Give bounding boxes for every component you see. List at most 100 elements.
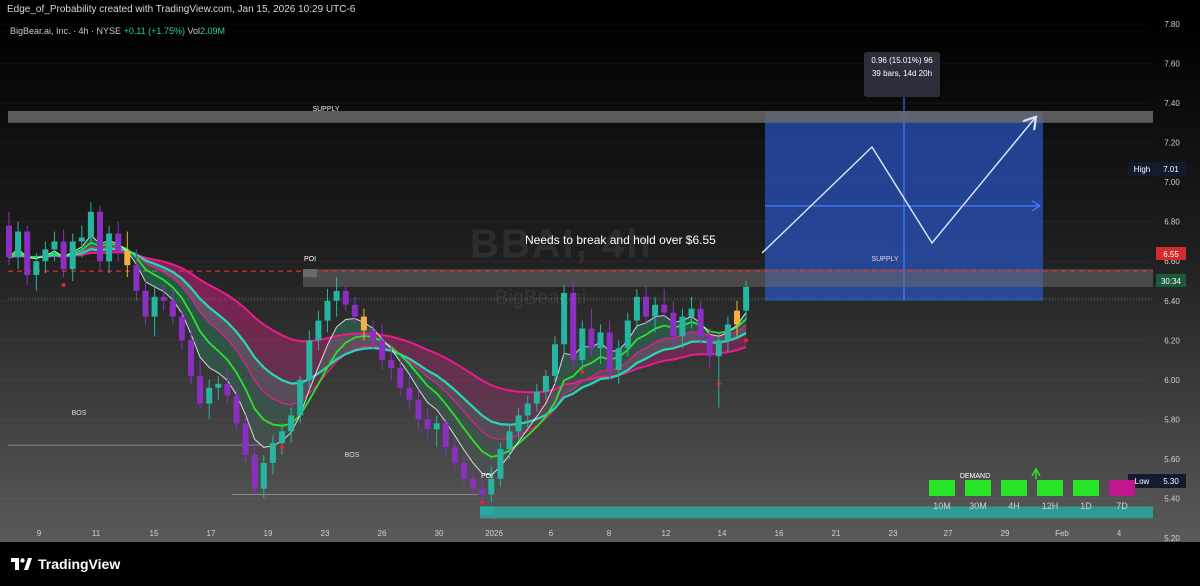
timeframe-label: 1D [1080, 501, 1092, 511]
candle-body [488, 478, 495, 495]
candle-body [533, 391, 540, 404]
supply-mid-label: SUPPLY [871, 256, 898, 263]
time-tick-label: 4 [1117, 529, 1122, 538]
signal-dot [744, 338, 749, 343]
price-tick-label: 6.00 [1164, 376, 1180, 385]
price-chart[interactable]: 7.807.607.407.207.006.806.606.406.206.00… [0, 0, 1200, 542]
time-tick-label: 23 [321, 529, 330, 538]
candle-body [188, 340, 194, 376]
time-tick-label: 14 [718, 529, 727, 538]
price-tick-label: 5.40 [1164, 495, 1180, 504]
candle-body [697, 308, 704, 337]
candle-body [734, 310, 740, 325]
timeframe-12h: 12H [1036, 480, 1064, 511]
time-tick-label: 30 [435, 529, 444, 538]
timeframe-10m: 10M [928, 480, 956, 511]
volume-label: Vol [187, 26, 200, 36]
candle-body [506, 431, 513, 450]
timeframe-label: 10M [933, 501, 951, 511]
candle-body [151, 296, 158, 317]
candle-body [406, 387, 413, 400]
measure-line-2: 39 bars, 14d 20h [872, 69, 932, 78]
watermark-name: BigBear.ai [495, 287, 587, 309]
signal-dot [280, 445, 284, 450]
candle-body [97, 211, 103, 262]
candle-body [424, 419, 431, 430]
candle-body [297, 379, 304, 416]
candle-body [724, 324, 731, 341]
candle-body [160, 296, 167, 301]
timeframe-30m: 30M [964, 480, 992, 511]
candle-body [515, 415, 522, 432]
time-tick-label: 17 [207, 529, 216, 538]
candle-body [415, 399, 422, 420]
candle-body [461, 462, 467, 479]
candle-body [743, 286, 750, 311]
candle-body [633, 296, 640, 321]
time-tick-label: 8 [607, 529, 612, 538]
candle-body [42, 249, 49, 262]
candle-body [215, 383, 222, 388]
footer-bar [0, 542, 1200, 586]
bos-mid-label: BOS [345, 452, 360, 459]
supply-top-label: SUPPLY [312, 106, 339, 113]
tradingview-logo-text: TradingView [38, 556, 121, 572]
symbol-legend[interactable]: BigBear.ai, Inc. · 4h · NYSE +0.11 (+1.7… [10, 26, 225, 36]
candle-body [624, 320, 631, 349]
poi-lower-tag [480, 506, 494, 515]
timeframe-4h: 4H [1000, 480, 1028, 511]
candle-body [370, 330, 376, 341]
volume-value: 2.09M [199, 26, 225, 36]
candle-body [615, 348, 622, 370]
candle-body [597, 332, 604, 349]
timeframe-1d: 1D [1072, 480, 1100, 511]
candle-body [552, 344, 558, 376]
candle-body [433, 423, 440, 430]
timeframe-strength-panel: 10M 30M 4H 12H 1D 7D [928, 480, 1136, 511]
candle-body [579, 328, 586, 361]
supply-zone-top [8, 110, 1153, 123]
tradingview-logo-icon [11, 558, 32, 570]
candle-body [60, 241, 67, 270]
poi-lower-label: POI [481, 473, 493, 480]
time-tick-label: 21 [832, 529, 841, 538]
bar-timer: 30:34 [1161, 277, 1182, 286]
candle-body [51, 241, 58, 250]
candle-body [260, 462, 267, 489]
candle-body [688, 308, 695, 317]
candle-body [397, 368, 404, 388]
bos-left-label: BOS [72, 410, 87, 417]
candle-body [279, 431, 285, 444]
candle-body [78, 237, 85, 242]
candle-body [606, 332, 613, 370]
timeframe-label: 7D [1116, 501, 1128, 511]
tradingview-logo[interactable]: TradingView [10, 556, 120, 572]
candle-body [324, 300, 331, 321]
price-tick-label: 7.00 [1164, 178, 1180, 187]
high-value: 7.01 [1163, 165, 1179, 174]
watermark-ticker: BBAI, 4h [470, 222, 653, 266]
time-tick-label: 12 [662, 529, 671, 538]
price-tick-label: 7.60 [1164, 60, 1180, 69]
candle-body [315, 320, 322, 341]
price-tick-label: 5.80 [1164, 415, 1180, 424]
candle-body [269, 443, 276, 463]
price-tick-label: 7.40 [1164, 99, 1180, 108]
candle-body [497, 449, 504, 479]
candle-body [15, 231, 22, 258]
timeframe-label: 4H [1008, 501, 1020, 511]
demand-label: DEMAND [960, 473, 990, 480]
candle-body [706, 336, 713, 357]
candle-body [142, 290, 149, 317]
candle-body [715, 340, 722, 357]
candle-body [379, 340, 386, 361]
supply-zone-mid [303, 269, 1153, 287]
candle-body [69, 241, 76, 270]
candle-body [588, 328, 595, 349]
signal-dot [61, 282, 66, 287]
timeframe-strength-box [929, 480, 955, 496]
candle-body [24, 231, 31, 276]
price-tick-label: 7.20 [1164, 139, 1180, 148]
candle-body [224, 383, 231, 396]
candle-body [652, 304, 659, 317]
